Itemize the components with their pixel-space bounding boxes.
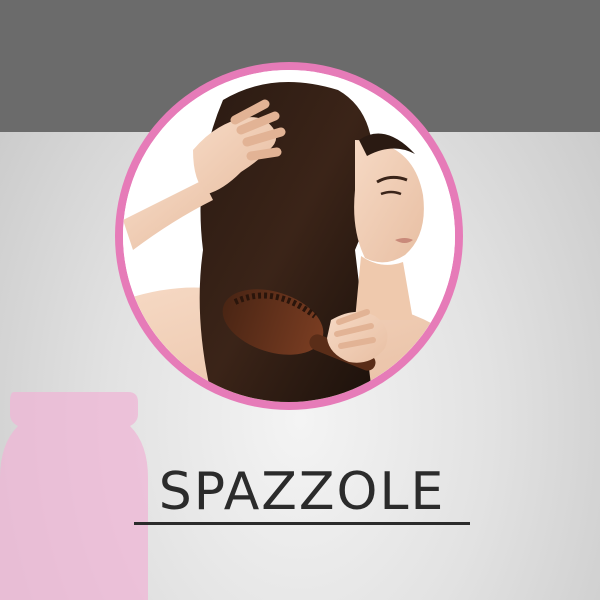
category-image-frame[interactable] bbox=[115, 62, 463, 410]
category-tile[interactable]: SPAZZOLE bbox=[0, 0, 600, 600]
title-underline bbox=[134, 522, 470, 525]
hair-brushing-photo-icon bbox=[123, 70, 455, 402]
jar-icon bbox=[0, 392, 148, 600]
category-title[interactable]: SPAZZOLE bbox=[134, 462, 470, 522]
